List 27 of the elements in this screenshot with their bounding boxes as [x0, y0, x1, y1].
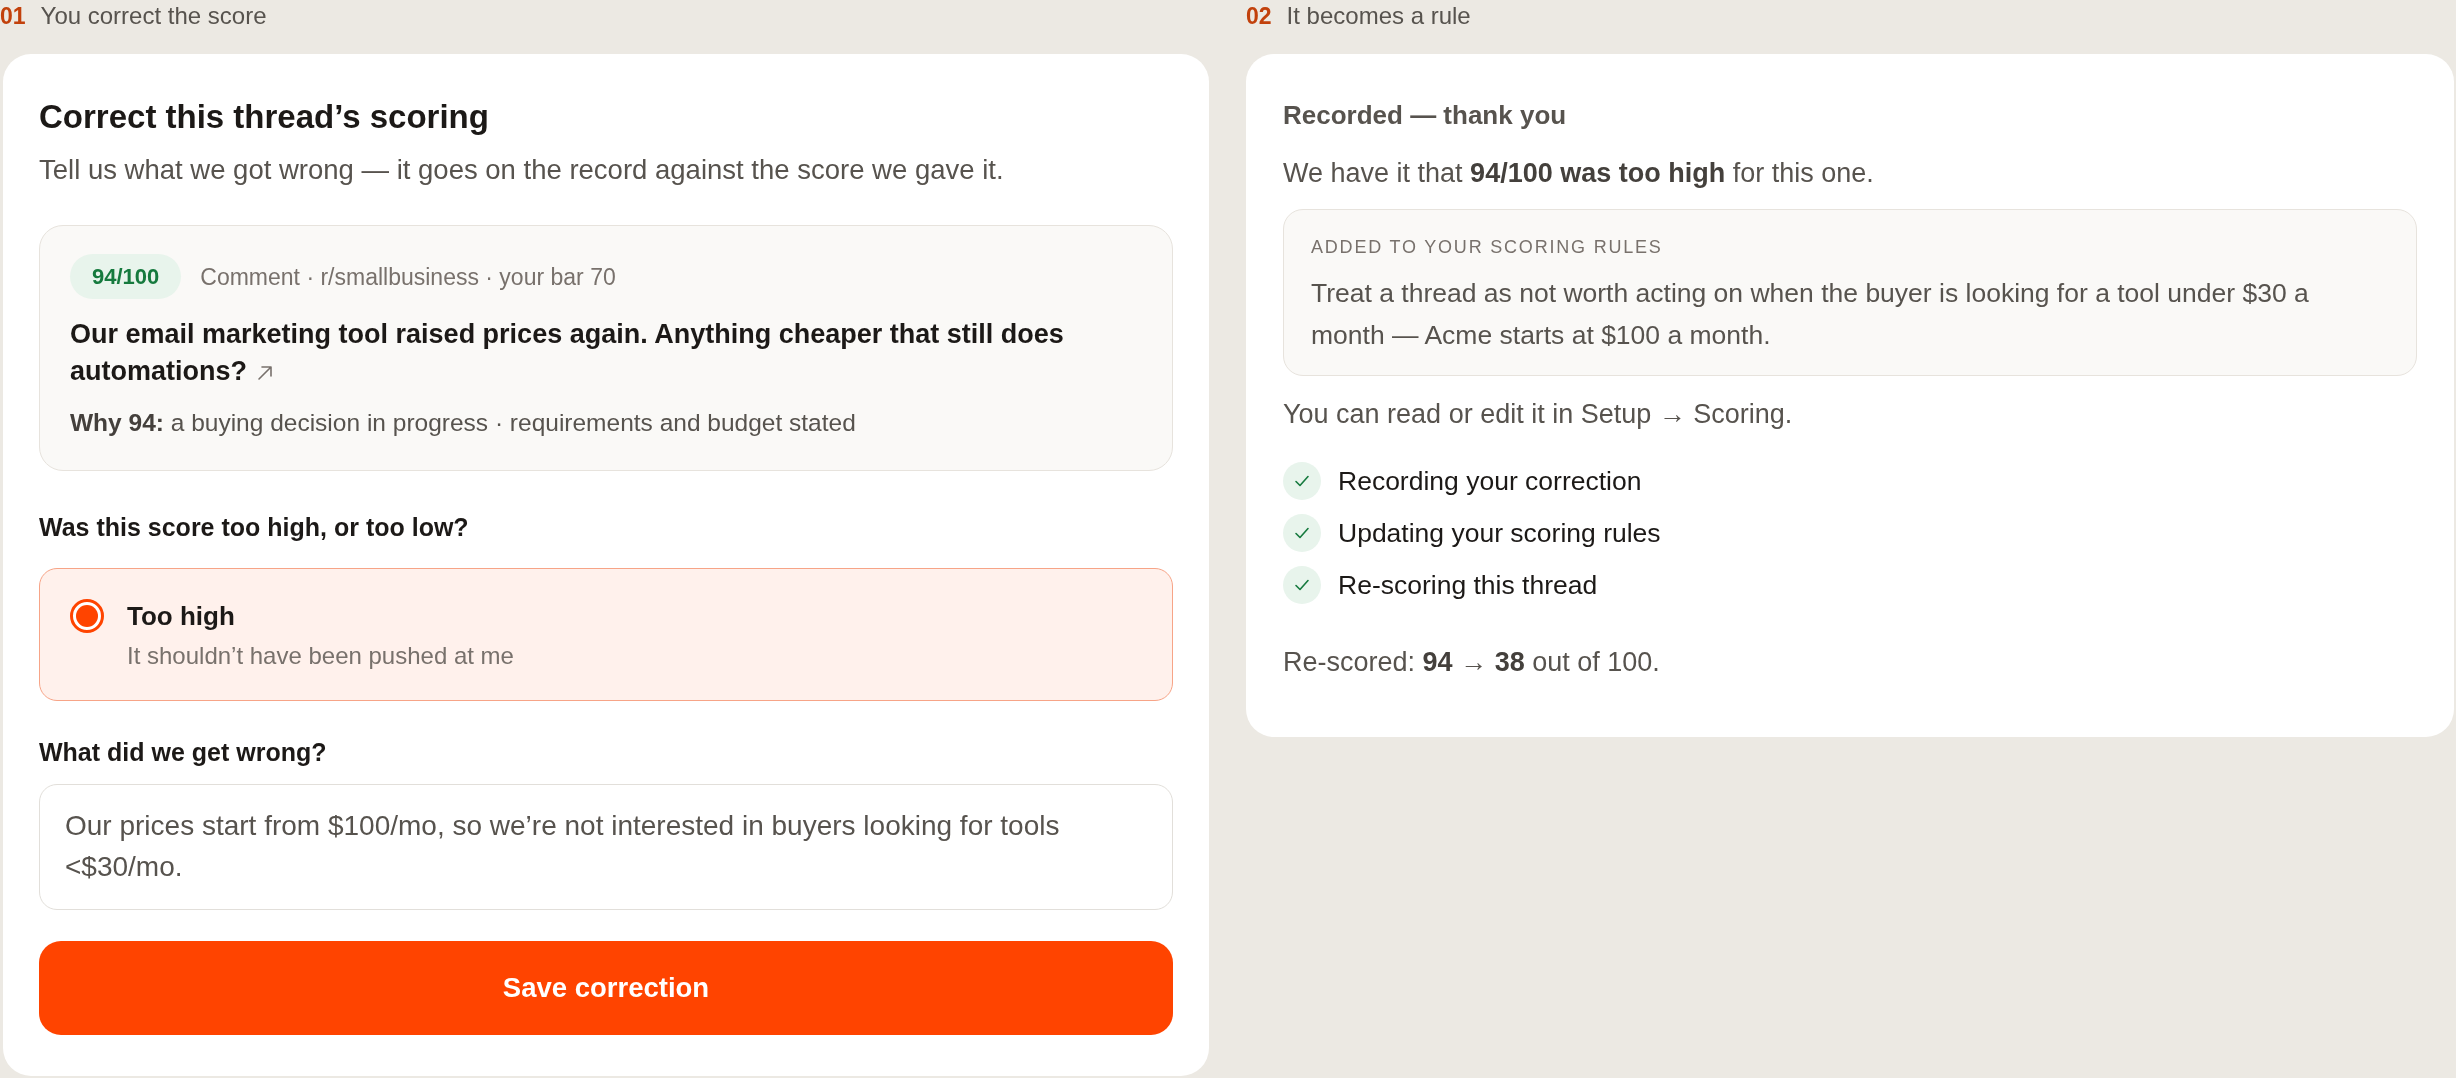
- confirmation-summary: We have it that 94/100 was too high for this one.: [1283, 157, 1875, 190]
- card-title: Correct this thread’s scoring: [39, 97, 490, 137]
- step-number: 02: [1246, 2, 1272, 31]
- rescore-result: Re-scored: 94 → 38 out of 100.: [1283, 646, 1661, 679]
- score-reason: Why 94: a buying decision in progress · requirements and budget stated: [70, 408, 857, 438]
- confirmation-title: Recorded — thank you: [1283, 99, 1568, 132]
- feedback-field[interactable]: Our prices start from $100/mo, so we’re not interested in buyers looking for tools <$30/mo.: [39, 784, 1173, 910]
- arrow-up-right-icon: [257, 365, 273, 381]
- step-label: It becomes a rule: [1286, 1, 1471, 31]
- rule-text: Treat a thread as not worth acting on when the buyer is looking for a tool under $30 a month — Acme starts at $100 a month.: [1311, 277, 2310, 352]
- settings-note: You can read or edit it in Setup → Scoring.: [1283, 398, 1794, 431]
- option-description: It shouldn’t have been pushed at me: [127, 641, 514, 671]
- score-badge: 94/100: [70, 254, 182, 299]
- step-number: 01: [0, 2, 26, 31]
- step-label: You correct the score: [40, 1, 267, 31]
- option-label: Too high: [127, 600, 236, 633]
- option-card[interactable]: Too high It shouldn’t have been pushed at me: [39, 568, 1173, 701]
- thread-link[interactable]: Our email marketing tool raised prices again. Anything cheaper that still does automations?: [70, 316, 1142, 390]
- rule-heading: ADDED TO YOUR SCORING RULES: [1311, 236, 1664, 259]
- radio-button[interactable]: [70, 599, 104, 633]
- feedback-label: What did we get wrong?: [39, 737, 328, 768]
- progress-label: Updating your scoring rules: [1338, 517, 1661, 550]
- thread-meta: Comment · r/smallbusiness · your bar 70: [200, 262, 616, 292]
- progress-label: Re-scoring this thread: [1338, 569, 1598, 602]
- question-label: Was this score too high, or too low?: [39, 512, 470, 543]
- progress-label: Recording your correction: [1338, 465, 1642, 498]
- card-subtitle: Tell us what we got wrong — it goes on the record against the score we gave it.: [39, 153, 1005, 187]
